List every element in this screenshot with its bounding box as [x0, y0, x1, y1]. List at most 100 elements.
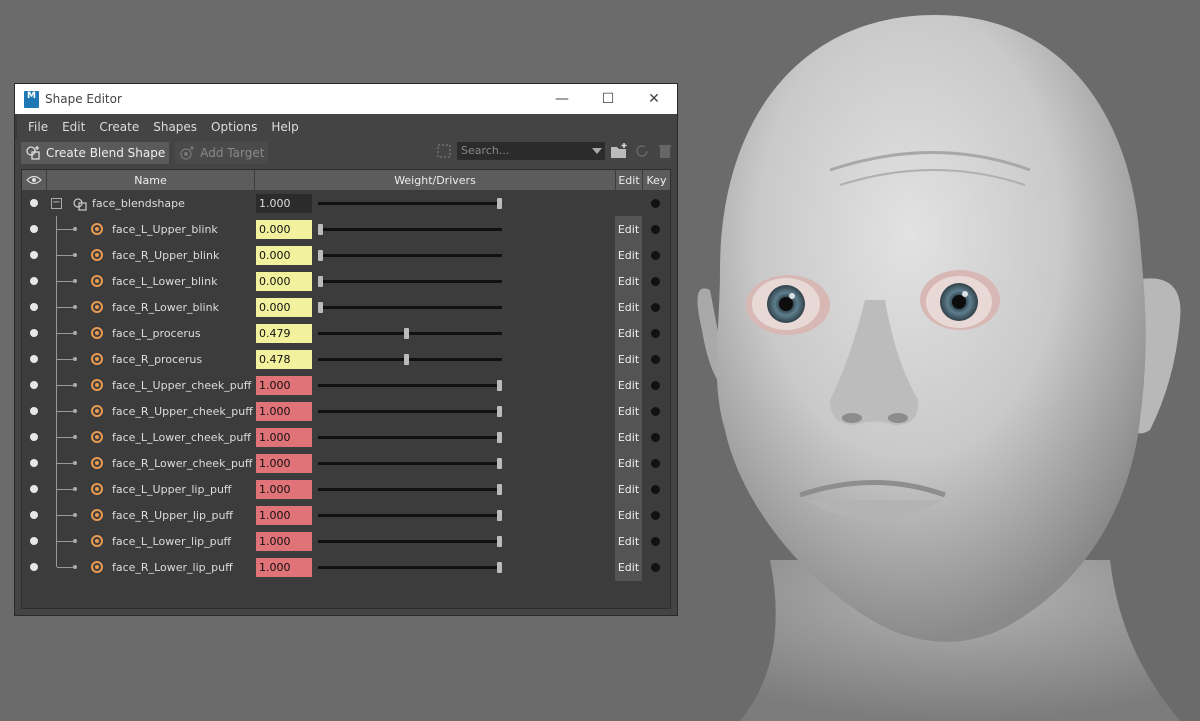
- edit-target-button[interactable]: Edit: [615, 554, 642, 580]
- target-weight-slider[interactable]: [318, 301, 502, 313]
- target-row[interactable]: face_L_procerus 0.479 Edit: [22, 320, 670, 346]
- visibility-toggle[interactable]: [30, 225, 38, 233]
- edit-target-button[interactable]: Edit: [615, 268, 642, 294]
- chevron-down-icon[interactable]: [592, 148, 602, 154]
- slider-handle[interactable]: [497, 509, 502, 521]
- key-indicator[interactable]: [651, 458, 660, 468]
- visibility-toggle[interactable]: [30, 303, 38, 311]
- edit-target-button[interactable]: Edit: [615, 294, 642, 320]
- slider-handle[interactable]: [497, 535, 502, 547]
- refresh-icon[interactable]: [633, 142, 651, 160]
- visibility-toggle[interactable]: [30, 537, 38, 545]
- visibility-toggle[interactable]: [30, 381, 38, 389]
- key-indicator[interactable]: [651, 380, 660, 390]
- target-row[interactable]: face_L_Upper_lip_puff 1.000 Edit: [22, 476, 670, 502]
- target-weight-field[interactable]: 0.000: [256, 245, 312, 265]
- visibility-toggle[interactable]: [30, 355, 38, 363]
- target-row[interactable]: face_L_Upper_cheek_puff 1.000 Edit: [22, 372, 670, 398]
- target-weight-field[interactable]: 1.000: [256, 557, 312, 577]
- target-weight-field[interactable]: 0.479: [256, 323, 312, 343]
- slider-handle[interactable]: [318, 223, 323, 235]
- target-weight-slider[interactable]: [318, 431, 502, 443]
- key-indicator[interactable]: [651, 536, 660, 546]
- target-weight-slider[interactable]: [318, 483, 502, 495]
- add-target-button[interactable]: Add Target: [175, 142, 269, 164]
- slider-handle[interactable]: [497, 405, 502, 417]
- target-row[interactable]: face_L_Lower_lip_puff 1.000 Edit: [22, 528, 670, 554]
- key-column-header[interactable]: Key: [643, 170, 670, 190]
- visibility-toggle[interactable]: [30, 511, 38, 519]
- target-row[interactable]: face_R_Upper_lip_puff 1.000 Edit: [22, 502, 670, 528]
- target-weight-slider[interactable]: [318, 405, 502, 417]
- target-weight-field[interactable]: 1.000: [256, 479, 312, 499]
- menu-options[interactable]: Options: [204, 120, 264, 134]
- target-weight-slider[interactable]: [318, 535, 502, 547]
- create-blend-shape-button[interactable]: Create Blend Shape: [21, 142, 170, 164]
- key-indicator[interactable]: [651, 276, 660, 286]
- slider-handle[interactable]: [318, 249, 323, 261]
- key-indicator[interactable]: [651, 510, 660, 520]
- edit-target-button[interactable]: Edit: [615, 476, 642, 502]
- filter-icon[interactable]: [435, 142, 453, 160]
- visibility-toggle[interactable]: [30, 329, 38, 337]
- visibility-toggle[interactable]: [30, 407, 38, 415]
- edit-column-header[interactable]: Edit: [616, 170, 643, 190]
- blendshape-weight-slider[interactable]: [318, 197, 502, 209]
- key-indicator[interactable]: [651, 562, 660, 572]
- key-indicator[interactable]: [651, 224, 660, 234]
- target-weight-slider[interactable]: [318, 561, 502, 573]
- shape-editor-window[interactable]: M Shape Editor — ☐ ✕ File Edit Create Sh…: [14, 83, 678, 616]
- slider-handle[interactable]: [497, 483, 502, 495]
- visibility-toggle[interactable]: [30, 251, 38, 259]
- target-weight-field[interactable]: 0.000: [256, 297, 312, 317]
- target-row[interactable]: face_L_Lower_blink 0.000 Edit: [22, 268, 670, 294]
- title-bar[interactable]: M Shape Editor — ☐ ✕: [15, 84, 677, 114]
- slider-handle[interactable]: [497, 431, 502, 443]
- target-weight-field[interactable]: 0.000: [256, 219, 312, 239]
- visibility-toggle[interactable]: [30, 433, 38, 441]
- edit-target-button[interactable]: Edit: [615, 450, 642, 476]
- target-weight-field[interactable]: 1.000: [256, 505, 312, 525]
- minimize-button[interactable]: —: [539, 84, 585, 114]
- visibility-toggle[interactable]: [30, 459, 38, 467]
- target-row[interactable]: face_R_Lower_cheek_puff 1.000 Edit: [22, 450, 670, 476]
- slider-handle[interactable]: [318, 275, 323, 287]
- target-row[interactable]: face_L_Lower_cheek_puff 1.000 Edit: [22, 424, 670, 450]
- target-weight-field[interactable]: 1.000: [256, 453, 312, 473]
- key-indicator[interactable]: [651, 328, 660, 338]
- target-weight-slider[interactable]: [318, 457, 502, 469]
- menu-edit[interactable]: Edit: [55, 120, 92, 134]
- visibility-column-header[interactable]: [22, 170, 47, 190]
- edit-target-button[interactable]: Edit: [615, 502, 642, 528]
- blendshape-row[interactable]: − face_blendshape 1.000: [22, 190, 670, 216]
- target-weight-slider[interactable]: [318, 509, 502, 521]
- target-row[interactable]: face_R_Upper_cheek_puff 1.000 Edit: [22, 398, 670, 424]
- search-input[interactable]: Search...: [457, 142, 605, 160]
- slider-handle[interactable]: [497, 561, 502, 573]
- edit-target-button[interactable]: Edit: [615, 372, 642, 398]
- edit-target-button[interactable]: Edit: [615, 424, 642, 450]
- target-row[interactable]: face_R_Upper_blink 0.000 Edit: [22, 242, 670, 268]
- key-indicator[interactable]: [651, 406, 660, 416]
- close-button[interactable]: ✕: [631, 84, 677, 114]
- edit-target-button[interactable]: Edit: [615, 320, 642, 346]
- weight-column-header[interactable]: Weight/Drivers: [255, 170, 616, 190]
- target-row[interactable]: face_R_Lower_lip_puff 1.000 Edit: [22, 554, 670, 580]
- target-weight-slider[interactable]: [318, 353, 502, 365]
- target-weight-slider[interactable]: [318, 249, 502, 261]
- target-row[interactable]: face_L_Upper_blink 0.000 Edit: [22, 216, 670, 242]
- edit-target-button[interactable]: Edit: [615, 216, 642, 242]
- visibility-toggle[interactable]: [30, 563, 38, 571]
- name-column-header[interactable]: Name: [47, 170, 255, 190]
- target-weight-slider[interactable]: [318, 379, 502, 391]
- edit-target-button[interactable]: Edit: [615, 346, 642, 372]
- key-indicator[interactable]: [651, 484, 660, 494]
- slider-handle[interactable]: [497, 457, 502, 469]
- slider-handle[interactable]: [497, 197, 502, 209]
- target-weight-field[interactable]: 0.478: [256, 349, 312, 369]
- blendshape-weight-field[interactable]: 1.000: [256, 193, 312, 213]
- visibility-toggle[interactable]: [30, 199, 38, 207]
- target-weight-field[interactable]: 0.000: [256, 271, 312, 291]
- visibility-toggle[interactable]: [30, 485, 38, 493]
- slider-handle[interactable]: [403, 327, 409, 339]
